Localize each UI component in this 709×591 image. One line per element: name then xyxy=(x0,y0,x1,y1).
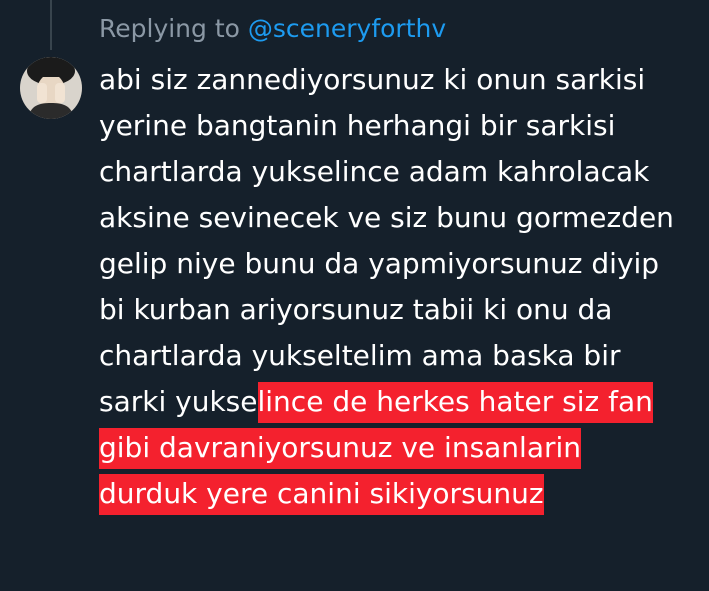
tweet-text-plain-segment: sarki yukse xyxy=(99,385,258,418)
tweet-text-line: durduk yere canini sikiyorsunuz xyxy=(99,471,699,517)
tweet-text-line: yerine bangtanin herhangi bir sarkisi xyxy=(99,109,616,142)
tweet-text-line: chartlarda yukseltelim ama baska bir xyxy=(99,339,621,372)
avatar[interactable] xyxy=(20,57,82,119)
replying-to-mention-link[interactable]: @sceneryforthv xyxy=(248,14,446,43)
replying-to-label: Replying to xyxy=(99,14,248,43)
replying-to-context: Replying to @sceneryforthv xyxy=(99,12,446,46)
tweet-text-line: aksine sevinecek ve siz bunu gormezden xyxy=(99,201,674,234)
thread-connector-line xyxy=(50,0,52,50)
tweet-text-line: gelip niye bunu da yapmiyorsunuz diyip xyxy=(99,247,660,280)
tweet-text-line: gibi davraniyorsunuz ve insanlarin xyxy=(99,425,699,471)
highlighted-text-segment: durduk yere canini sikiyorsunuz xyxy=(99,474,544,515)
highlighted-text-segment: gibi davraniyorsunuz ve insanlarin xyxy=(99,428,582,469)
tweet-text-line: abi siz zannediyorsunuz ki onun sarkisi xyxy=(99,63,646,96)
tweet-text-line: sarki yukselince de herkes hater siz fan xyxy=(99,379,699,425)
highlighted-text-segment: lince de herkes hater siz fan xyxy=(257,382,653,423)
tweet-text-line: bi kurban ariyorsunuz tabii ki onu da xyxy=(99,293,613,326)
tweet-text: abi siz zannediyorsunuz ki onun sarkisi … xyxy=(99,57,699,517)
user-avatar-icon xyxy=(20,57,82,119)
tweet-text-line: chartlarda yukselince adam kahrolacak xyxy=(99,155,650,188)
